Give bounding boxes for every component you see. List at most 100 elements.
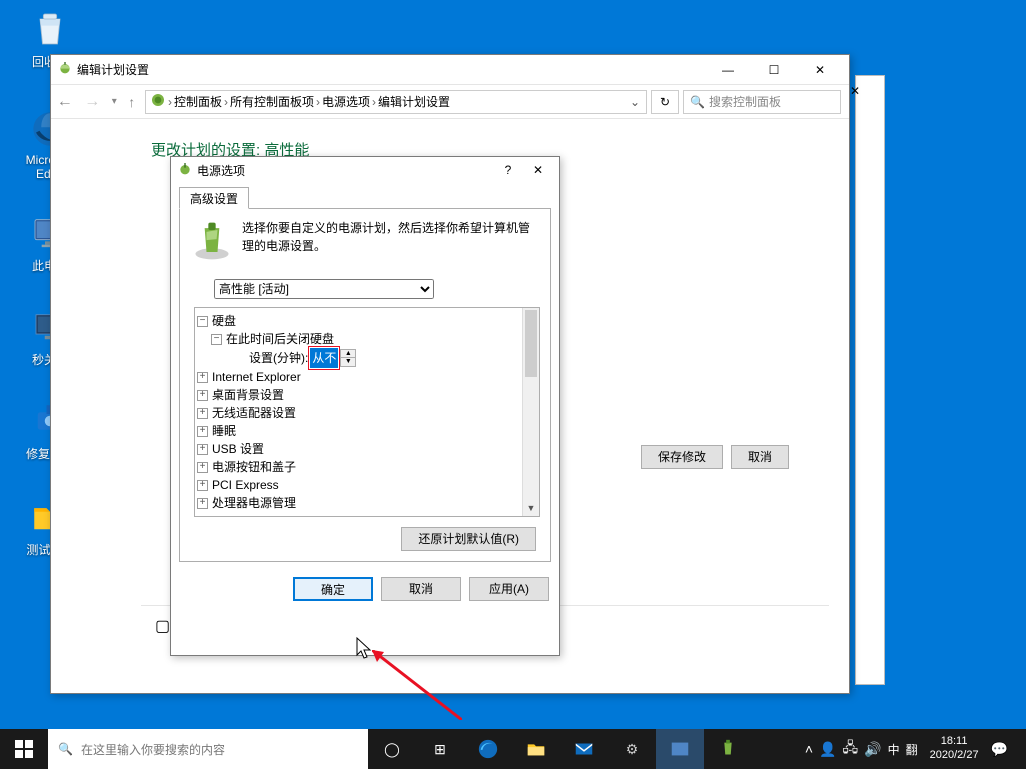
recent-dropdown[interactable]: ▾	[112, 96, 117, 107]
power-icon	[177, 161, 193, 180]
expand-icon[interactable]: +	[197, 444, 208, 455]
forward-button[interactable]: →	[84, 93, 100, 111]
nav-bar: ← → ▾ ↑ › 控制面板 › 所有控制面板项 › 电源选项 › 编辑计划设置…	[51, 85, 849, 119]
task-view-button[interactable]: ⊞	[416, 729, 464, 769]
ok-button[interactable]: 确定	[293, 577, 373, 601]
desktop: 回收站 Microsoft Edge 此电脑 秒关程 修复开机 测试123. ✕	[0, 0, 1026, 769]
save-button[interactable]: 保存修改	[641, 445, 723, 469]
project-icon: ▢	[155, 616, 170, 636]
help-button[interactable]: ?	[493, 163, 523, 177]
tray-chevron-icon[interactable]: ˄	[805, 741, 813, 757]
ime-mode[interactable]: 翻	[906, 741, 918, 758]
tree-node[interactable]: PCI Express	[212, 476, 279, 494]
tree-node[interactable]: 无线适配器设置	[212, 404, 296, 422]
maximize-button[interactable]: ☐	[751, 55, 797, 85]
expand-icon[interactable]: +	[197, 480, 208, 491]
background-window[interactable]: ✕	[855, 75, 885, 685]
setting-value-editor[interactable]: 从不 ▲▼	[310, 348, 356, 368]
people-icon[interactable]: 👤	[819, 741, 836, 758]
power-icon	[57, 60, 73, 79]
breadcrumb-item[interactable]: 电源选项 ›	[322, 93, 376, 110]
taskbar-clock[interactable]: 18:11 2020/2/27	[924, 735, 985, 763]
cp-icon	[150, 92, 166, 111]
network-icon[interactable]: 🖧	[843, 737, 859, 761]
recycle-bin-icon	[29, 8, 71, 50]
spinner-control[interactable]: ▲▼	[340, 349, 356, 367]
breadcrumb-item[interactable]: 所有控制面板项 ›	[230, 93, 320, 110]
setting-label: 设置(分钟):	[249, 349, 308, 367]
power-options-dialog: 电源选项 ? ✕ 高级设置 选择你要自定义的电源计划，然后选择你希望计算机管理的…	[170, 156, 560, 656]
expand-icon[interactable]: +	[197, 372, 208, 383]
expand-icon[interactable]: +	[197, 408, 208, 419]
clock-date: 2020/2/27	[930, 749, 979, 763]
pinned-settings[interactable]: ⚙	[608, 729, 656, 769]
cancel-button[interactable]: 取消	[731, 445, 789, 469]
dialog-titlebar[interactable]: 电源选项 ? ✕	[171, 157, 559, 183]
taskbar-power-dialog[interactable]	[704, 729, 752, 769]
window-title: 编辑计划设置	[73, 61, 705, 78]
breadcrumb-item[interactable]: 控制面板 ›	[174, 93, 228, 110]
window-icon	[669, 738, 691, 760]
search-placeholder: 在这里输入你要搜索的内容	[81, 741, 225, 758]
scroll-down[interactable]: ▼	[523, 499, 539, 516]
cortana-button[interactable]: ◯	[368, 729, 416, 769]
pinned-edge[interactable]	[464, 729, 512, 769]
volume-icon[interactable]: 🔊	[864, 741, 881, 758]
cancel-button[interactable]: 取消	[381, 577, 461, 601]
collapse-icon[interactable]: −	[211, 334, 222, 345]
back-button[interactable]: ←	[57, 93, 73, 111]
up-button[interactable]: ↑	[128, 94, 135, 110]
tree-node[interactable]: 睡眠	[212, 422, 236, 440]
scroll-thumb[interactable]	[525, 310, 537, 377]
expand-icon[interactable]: +	[197, 462, 208, 473]
settings-tree[interactable]: −硬盘 −在此时间后关闭硬盘 设置(分钟): 从不 ▲▼ +Internet E…	[195, 308, 539, 516]
tree-node[interactable]: 电源按钮和盖子	[212, 458, 296, 476]
start-button[interactable]	[0, 729, 48, 769]
cortana-icon: ◯	[384, 741, 400, 758]
search-icon: 🔍	[58, 742, 73, 756]
taskbar-cp-window[interactable]	[656, 729, 704, 769]
tree-node[interactable]: 在此时间后关闭硬盘	[226, 330, 334, 348]
mail-icon	[573, 738, 595, 760]
restore-defaults-button[interactable]: 还原计划默认值(R)	[401, 527, 536, 551]
gear-icon: ⚙	[626, 741, 639, 758]
pinned-mail[interactable]	[560, 729, 608, 769]
setting-value[interactable]: 从不	[310, 348, 338, 368]
collapse-icon[interactable]: −	[197, 316, 208, 327]
search-placeholder: 搜索控制面板	[709, 93, 781, 110]
pinned-explorer[interactable]	[512, 729, 560, 769]
close-button[interactable]: ✕	[523, 163, 553, 177]
tree-node[interactable]: USB 设置	[212, 440, 264, 458]
battery-icon	[190, 219, 234, 263]
address-bar[interactable]: › 控制面板 › 所有控制面板项 › 电源选项 › 编辑计划设置 ⌄	[145, 90, 647, 114]
search-control-panel[interactable]: 🔍 搜索控制面板	[683, 90, 841, 114]
refresh-button[interactable]: ↻	[651, 90, 679, 114]
apply-button[interactable]: 应用(A)	[469, 577, 549, 601]
plan-select[interactable]: 高性能 [活动]	[214, 279, 434, 299]
titlebar[interactable]: 编辑计划设置 — ☐ ✕	[51, 55, 849, 85]
tab-advanced[interactable]: 高级设置	[179, 187, 249, 209]
tree-node[interactable]: 硬盘	[212, 312, 236, 330]
windows-icon	[15, 740, 33, 758]
close-button[interactable]: ✕	[797, 55, 843, 85]
ime-indicator[interactable]: 中	[888, 741, 900, 758]
tree-node[interactable]: 桌面背景设置	[212, 386, 284, 404]
taskview-icon: ⊞	[434, 741, 446, 758]
action-center-icon[interactable]: 💬	[991, 741, 1008, 758]
battery-icon	[717, 738, 739, 760]
breadcrumb-item[interactable]: 编辑计划设置	[378, 93, 450, 110]
taskbar-search[interactable]: 🔍 在这里输入你要搜索的内容	[48, 729, 368, 769]
expand-icon[interactable]: +	[197, 390, 208, 401]
minimize-button[interactable]: —	[705, 55, 751, 85]
address-dropdown[interactable]: ⌄	[628, 95, 642, 109]
taskbar: 🔍 在这里输入你要搜索的内容 ◯ ⊞ ⚙ ˄ 👤 🖧 🔊 中 翻 18:11 2…	[0, 729, 1026, 769]
tree-node[interactable]: Internet Explorer	[212, 368, 301, 386]
expand-icon[interactable]: +	[197, 426, 208, 437]
dialog-intro-text: 选择你要自定义的电源计划，然后选择你希望计算机管理的电源设置。	[242, 219, 540, 263]
search-icon: 🔍	[690, 95, 705, 109]
tree-node[interactable]: 处理器电源管理	[212, 494, 296, 512]
dialog-title: 电源选项	[193, 162, 493, 179]
expand-icon[interactable]: +	[197, 498, 208, 509]
tree-scrollbar[interactable]: ▲ ▼	[522, 308, 539, 516]
spin-down[interactable]: ▼	[341, 358, 355, 366]
